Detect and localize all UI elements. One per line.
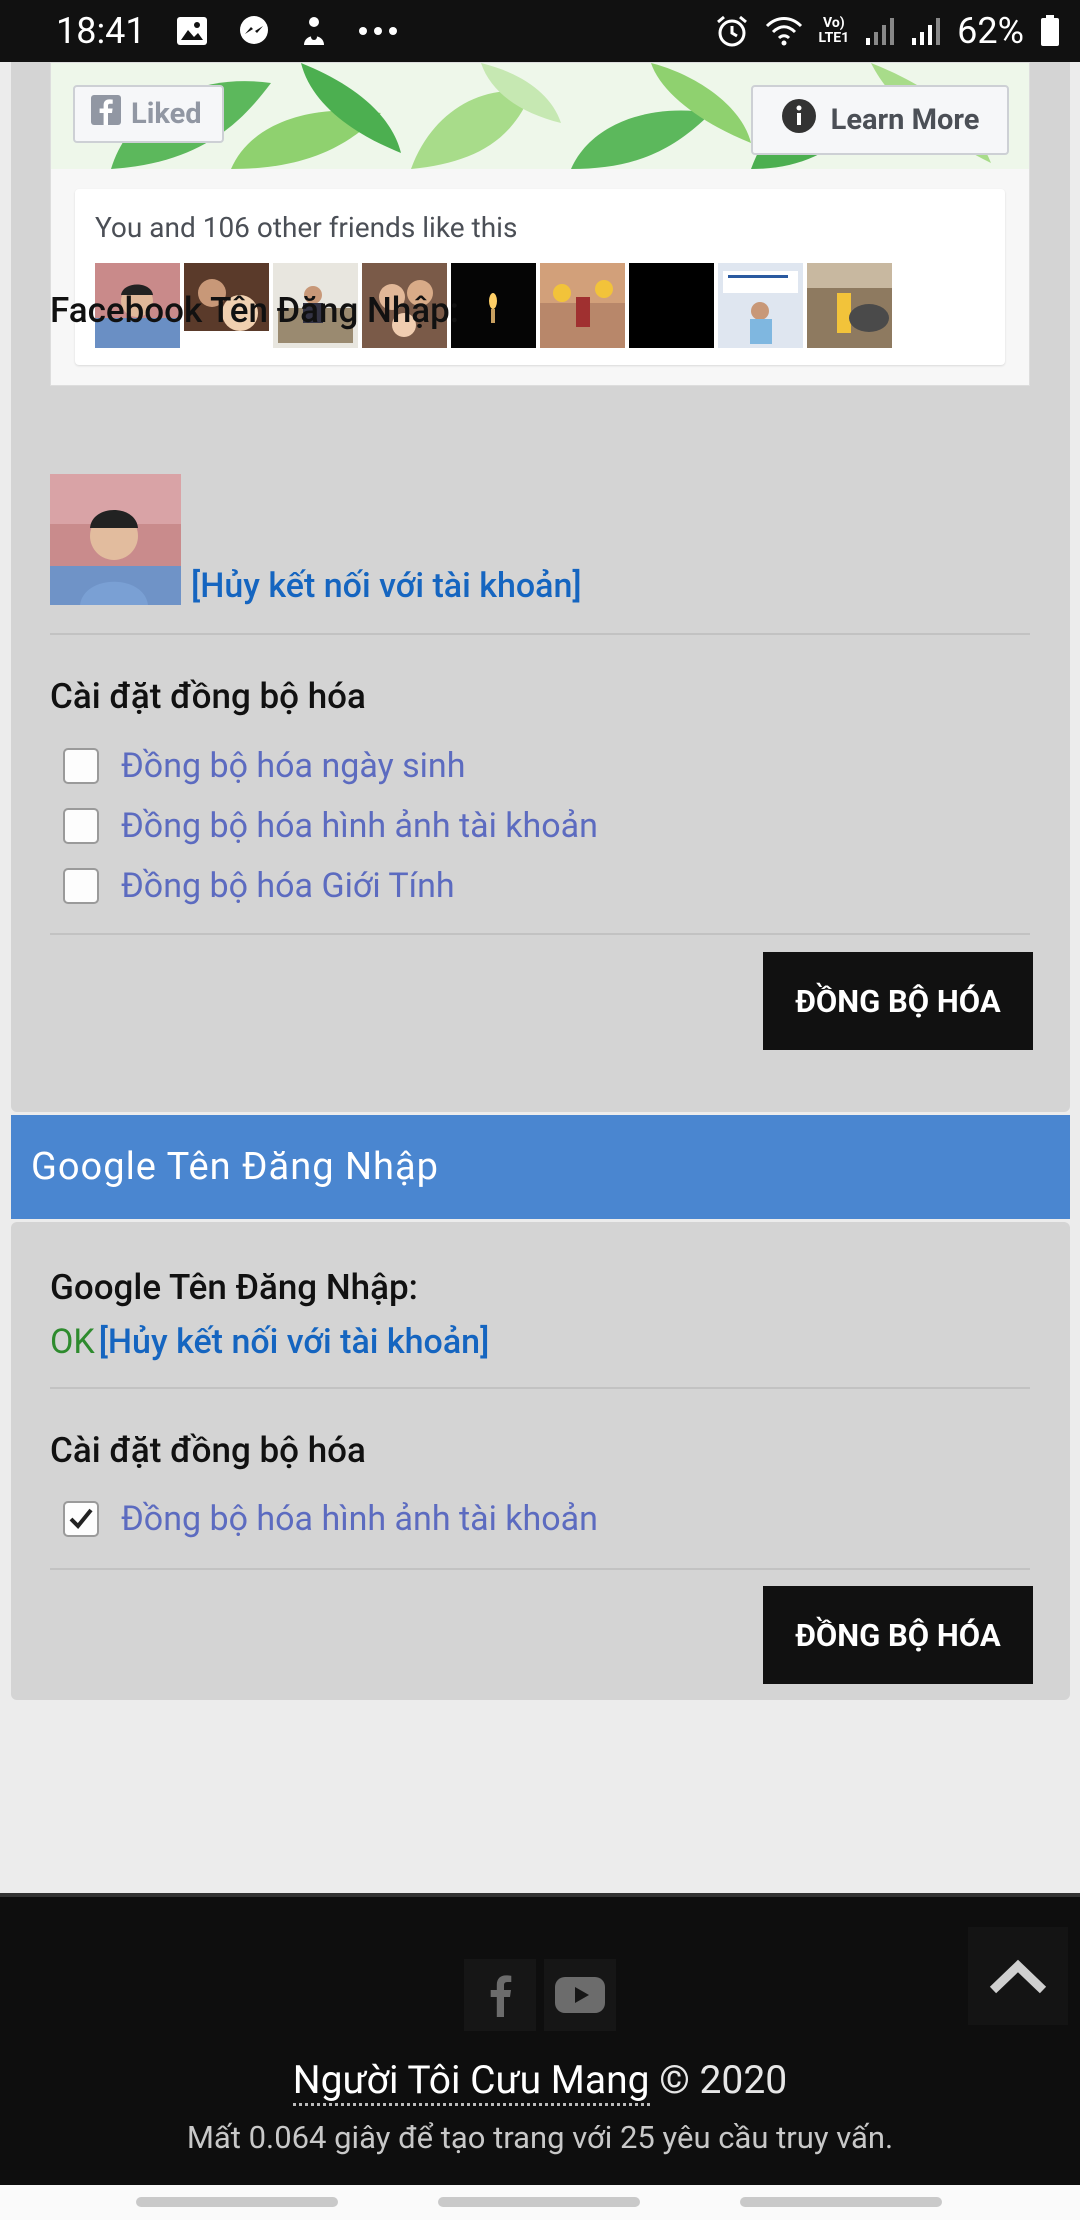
checkbox[interactable]: [63, 868, 99, 904]
google-status: OK: [50, 1322, 95, 1362]
sync-option-label: Đồng bộ hóa ngày sinh: [121, 746, 466, 786]
divider: [50, 1568, 1030, 1570]
sync-option-birthday[interactable]: Đồng bộ hóa ngày sinh: [63, 746, 465, 786]
volte-icon: Vo) LTE1: [818, 15, 850, 46]
battery-icon: [1040, 15, 1060, 47]
facebook-unlink-link[interactable]: [Hủy kết nối với tài khoản]: [191, 566, 582, 606]
alarm-icon: [715, 14, 749, 48]
messenger-icon: [238, 15, 270, 47]
google-sync-button[interactable]: ĐỒNG BỘ HÓA: [763, 1586, 1033, 1684]
nav-home[interactable]: [438, 2197, 640, 2207]
google-sync-settings-title: Cài đặt đồng bộ hóa: [50, 1430, 366, 1471]
info-icon: [781, 98, 817, 142]
google-login-title: Google Tên Đăng Nhập:: [50, 1267, 418, 1308]
facebook-icon[interactable]: [464, 1959, 536, 2031]
google-login-panel: Google Tên Đăng Nhập: OK [Hủy kết nối vớ…: [11, 1222, 1070, 1700]
nav-recents[interactable]: [136, 2197, 338, 2207]
footer-site-link[interactable]: Người Tôi Cưu Mang: [292, 2057, 650, 2106]
friend-avatar[interactable]: [451, 263, 536, 348]
youtube-icon[interactable]: [544, 1959, 616, 2031]
checkmark-icon: [69, 1508, 93, 1529]
chevron-up-icon: [989, 1959, 1047, 1994]
friend-avatar[interactable]: [540, 263, 625, 348]
checkbox-checked[interactable]: [63, 1501, 99, 1537]
checkbox[interactable]: [63, 748, 99, 784]
system-nav-bar: [0, 2185, 1080, 2220]
liked-label: Liked: [131, 97, 202, 131]
image-icon: [176, 16, 208, 46]
sync-option-label: Đồng bộ hóa hình ảnh tài khoản: [121, 806, 598, 846]
signal-icon: [865, 16, 895, 46]
facebook-login-panel: Liked Learn More You and 106 other frien…: [11, 62, 1070, 1112]
checkbox[interactable]: [63, 808, 99, 844]
sync-option-label: Đồng bộ hóa Giới Tính: [121, 866, 455, 906]
status-time: 18:41: [56, 10, 146, 52]
sync-option-avatar[interactable]: Đồng bộ hóa hình ảnh tài khoản: [63, 806, 598, 846]
liked-button[interactable]: Liked: [73, 85, 224, 143]
facebook-page-widget: Liked Learn More You and 106 other frien…: [50, 62, 1030, 386]
google-unlink-link[interactable]: [Hủy kết nối với tài khoản]: [99, 1322, 490, 1362]
more-dots-icon: [358, 26, 398, 36]
scroll-to-top-button[interactable]: [968, 1927, 1068, 2025]
notification-icon: [300, 15, 328, 47]
divider: [50, 1387, 1030, 1389]
facebook-f-icon: [91, 95, 121, 133]
site-footer: Người Tôi Cưu Mang © 2020 Mất 0.064 giây…: [0, 1893, 1080, 2220]
learn-more-button[interactable]: Learn More: [751, 85, 1009, 155]
battery-percent: 62%: [957, 10, 1024, 52]
divider: [50, 633, 1030, 635]
learn-more-label: Learn More: [830, 103, 980, 137]
facebook-avatar: [50, 474, 181, 605]
footer-copyright-year: © 2020: [659, 2057, 788, 2103]
facebook-sync-settings-title: Cài đặt đồng bộ hóa: [50, 676, 366, 717]
facebook-sync-button[interactable]: ĐỒNG BỘ HÓA: [763, 952, 1033, 1050]
google-sync-option-avatar[interactable]: Đồng bộ hóa hình ảnh tài khoản: [63, 1499, 598, 1539]
status-bar: 18:41 Vo) LTE1 62%: [0, 0, 1080, 62]
friend-avatar[interactable]: [718, 263, 803, 348]
google-status-row: OK [Hủy kết nối với tài khoản]: [50, 1322, 489, 1362]
sync-option-gender[interactable]: Đồng bộ hóa Giới Tính: [63, 866, 455, 906]
divider: [50, 933, 1030, 935]
footer-stats: Mất 0.064 giây để tạo trang với 25 yêu c…: [186, 2119, 894, 2156]
facebook-login-title: Facebook Tên Đăng Nhập:: [50, 290, 460, 331]
friends-like-box: You and 106 other friends like this: [75, 189, 1005, 365]
friend-avatar[interactable]: [807, 263, 892, 348]
wifi-icon: [765, 16, 803, 46]
footer-copyright: Người Tôi Cưu Mang © 2020: [0, 2057, 1080, 2106]
google-login-header: Google Tên Đăng Nhập: [11, 1115, 1070, 1219]
friends-like-text: You and 106 other friends like this: [95, 211, 518, 244]
sync-option-label: Đồng bộ hóa hình ảnh tài khoản: [121, 1499, 598, 1539]
nav-back[interactable]: [740, 2197, 942, 2207]
signal-icon: [911, 16, 941, 46]
friend-avatar[interactable]: [629, 263, 714, 348]
